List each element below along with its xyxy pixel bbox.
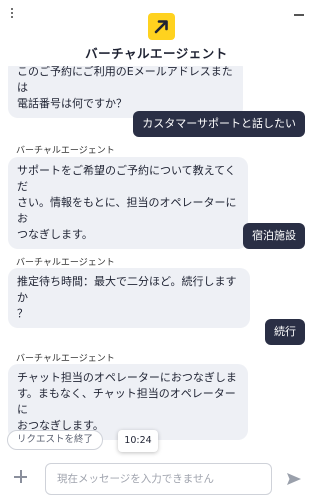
- chat-title: バーチャルエージェント: [85, 46, 228, 61]
- bot-message: チャット担当のオペレーターにおつなぎしま す。まもなく、チャット担当のオペレータ…: [8, 364, 248, 440]
- user-message: 宿泊施設: [243, 223, 305, 249]
- message-composer: [0, 458, 313, 500]
- plus-icon[interactable]: [14, 470, 27, 483]
- sender-label: バーチャルエージェント: [16, 146, 115, 156]
- end-request-button[interactable]: リクエストを終了: [7, 430, 104, 450]
- message-input[interactable]: [45, 463, 272, 495]
- message-line: このご予約にご利用のEメールアドレスまたは: [17, 66, 233, 94]
- kebab-menu-icon[interactable]: [9, 8, 15, 22]
- bot-message: 推定待ち時間：最大で二分ほど。続行しますか ？: [8, 268, 250, 328]
- arrow-logo-icon: [148, 13, 175, 40]
- message-line: さい。情報をもとに、担当のオペレーターにお: [17, 196, 237, 225]
- user-message: 続行: [265, 319, 305, 345]
- message-line: チャット担当のオペレーターにおつなぎしま: [17, 371, 237, 384]
- sender-label: バーチャルエージェント: [16, 354, 115, 364]
- message-list: このご予約にご利用のEメールアドレスまたは 電話番号は何ですか？ カスタマーサポ…: [0, 66, 313, 458]
- message-line: 推定待ち時間：最大で二分ほど。続行しますか: [17, 275, 237, 304]
- minimize-icon[interactable]: [294, 14, 304, 16]
- timestamp-tooltip: 10:24: [118, 430, 158, 452]
- message-line: ？: [17, 307, 28, 320]
- sender-label: バーチャルエージェント: [16, 258, 115, 268]
- chat-header: バーチャルエージェント: [0, 0, 313, 66]
- message-line: つなぎします。: [17, 228, 93, 241]
- send-icon[interactable]: [286, 472, 302, 486]
- message-line: す。まもなく、チャット担当のオペレーターに: [17, 387, 236, 416]
- bot-message: サポートをご希望のご予約について教えてくだ さい。情報をもとに、担当のオペレータ…: [8, 157, 248, 249]
- message-line: 電話番号は何ですか？: [17, 97, 127, 110]
- user-message: カスタマーサポートと話したい: [133, 111, 305, 137]
- message-line: サポートをご希望のご予約について教えてくだ: [17, 164, 236, 193]
